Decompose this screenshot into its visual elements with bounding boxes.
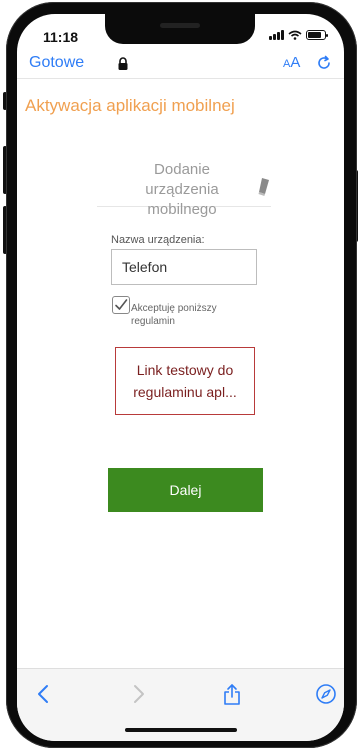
status-time: 11:18 (43, 29, 79, 45)
text-size-button[interactable]: AA (283, 54, 300, 71)
accept-terms-checkbox[interactable] (112, 296, 130, 314)
browser-bottom-toolbar (17, 668, 344, 741)
share-icon[interactable] (221, 683, 243, 705)
chevron-left-icon[interactable] (33, 683, 55, 705)
eraser-icon (258, 178, 269, 196)
lock-icon (118, 57, 128, 70)
compass-icon[interactable] (315, 683, 337, 705)
checkmark-icon (115, 299, 128, 310)
next-button[interactable]: Dalej (108, 468, 263, 512)
status-icons (269, 30, 328, 40)
device-section: Dodanie urządzenia mobilnego (97, 160, 271, 218)
battery-icon (306, 30, 328, 40)
chevron-right-icon[interactable] (127, 683, 149, 705)
done-button[interactable]: Gotowe (29, 54, 84, 72)
reload-icon[interactable] (315, 54, 333, 72)
device-section-title: Dodanie urządzenia mobilnego (145, 161, 219, 218)
phone-screen: 11:18 Gotowe AA Aktywacja aplikacji mobi… (17, 14, 344, 741)
device-name-label: Nazwa urządzenia: (111, 234, 205, 246)
notch (105, 14, 255, 44)
speaker-grille (160, 23, 200, 28)
browser-top-bar: Gotowe AA (17, 48, 344, 79)
page-title: Aktywacja aplikacji mobilnej (25, 96, 235, 115)
device-name-input[interactable] (111, 249, 257, 285)
home-indicator[interactable] (125, 728, 237, 732)
wifi-icon (288, 30, 302, 40)
signal-icon (269, 30, 284, 40)
accept-terms-label: Akceptuję poniższy regulamin (131, 303, 217, 327)
text-size-large-a: A (290, 54, 301, 71)
terms-link[interactable]: Link testowy do regulaminu apl... (115, 347, 255, 415)
